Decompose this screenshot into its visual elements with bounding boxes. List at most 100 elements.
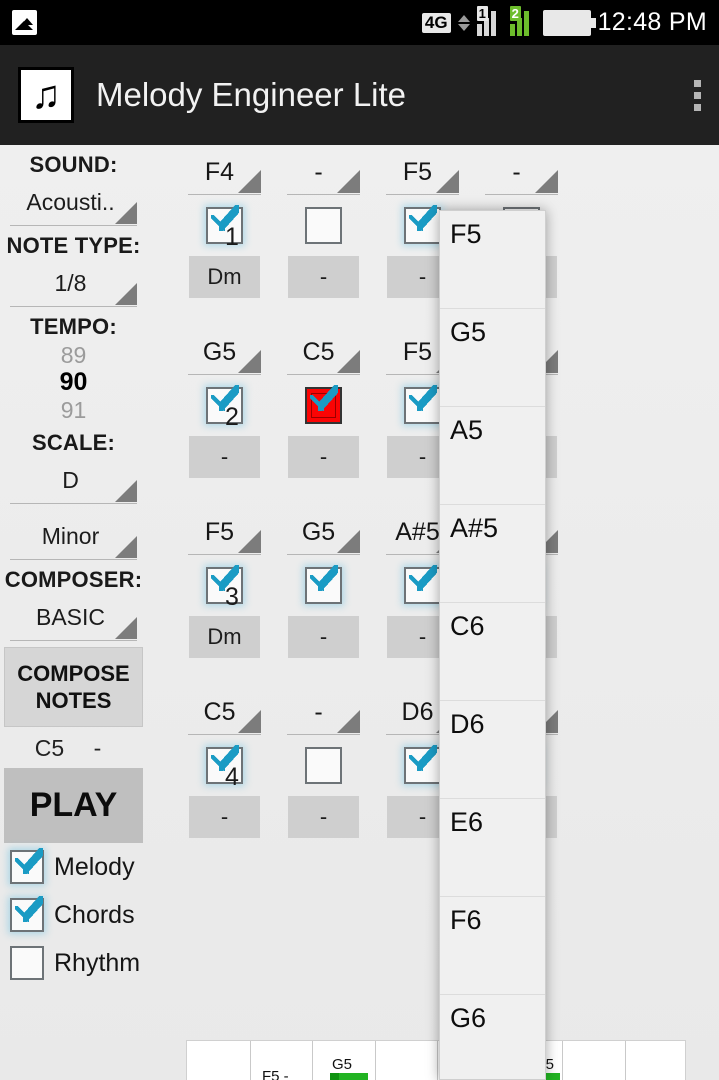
network-type-badge: 4G <box>421 12 451 33</box>
note-spinner-r1-c1[interactable]: F4 <box>188 151 261 195</box>
dropdown-item[interactable]: F6 <box>440 897 545 995</box>
melody-checkbox[interactable] <box>10 848 44 884</box>
note-checkbox-r1-c3[interactable] <box>404 205 441 244</box>
app-logo-icon: ♫ <box>18 67 74 123</box>
scale-key-spinner[interactable]: D <box>10 458 137 504</box>
chord-value: - <box>319 444 328 469</box>
note-spinner-r4-c1[interactable]: C5 <box>188 691 261 735</box>
note-checkbox-r4-c3[interactable] <box>404 745 441 784</box>
grid-row-columns: G5-C5-F5--- <box>147 325 719 478</box>
data-transfer-icon <box>457 14 470 31</box>
chord-button-r1-c2[interactable]: - <box>288 256 359 298</box>
status-bar: 4G 1 2 12:48 PM <box>0 0 719 45</box>
compose-notes-button[interactable]: COMPOSE NOTES <box>4 647 143 727</box>
note-checkbox-r2-c2[interactable] <box>305 385 342 424</box>
chords-checkbox[interactable] <box>10 896 44 932</box>
sim2-label: 2 <box>509 5 521 21</box>
grid-row-number: 4 <box>225 763 239 791</box>
chord-value: - <box>418 804 427 829</box>
gallery-icon <box>12 10 37 35</box>
piano-roll-note-label: F5 - <box>262 1068 289 1080</box>
note-spinner-r1-c2[interactable]: - <box>287 151 360 195</box>
piano-roll-note-label: G5 <box>332 1056 353 1073</box>
app-bar: ♫ Melody Engineer Lite <box>0 45 719 145</box>
note-spinner-r3-c2[interactable]: G5 <box>287 511 360 555</box>
scale-mode-spinner[interactable]: Minor <box>10 514 137 560</box>
rhythm-checkbox[interactable] <box>10 946 44 980</box>
note-spinner-r2-c1[interactable]: G5 <box>188 331 261 375</box>
grid-row: F5DmG5-A#5-G5-3 <box>147 505 719 685</box>
grid-row-number: 3 <box>225 583 239 611</box>
more-vert-icon[interactable] <box>694 79 701 111</box>
tempo-prev-value[interactable]: 89 <box>0 342 147 368</box>
tempo-next-value[interactable]: 91 <box>0 397 147 423</box>
current-note: C5 <box>34 735 65 761</box>
note-spinner-r1-c3[interactable]: F5 <box>386 151 459 195</box>
chord-button-r4-c1[interactable]: - <box>189 796 260 838</box>
piano-roll-note-onset <box>330 1073 339 1080</box>
chord-button-r2-c2[interactable]: - <box>288 436 359 478</box>
sound-spinner[interactable]: Acousti.. <box>10 180 137 226</box>
dropdown-item[interactable]: F5 <box>440 211 545 309</box>
note-checkbox-r1-c2[interactable] <box>305 207 342 244</box>
battery-icon <box>542 9 596 36</box>
grid-row: C5---D6-F4-4 <box>147 685 719 865</box>
composer-spinner[interactable]: BASIC <box>10 595 137 641</box>
toggle-chords[interactable]: Chords <box>0 891 147 939</box>
note-spinner-r2-c2[interactable]: C5 <box>287 331 360 375</box>
current-selection: C5 - <box>0 727 147 768</box>
chevron-down-icon <box>337 530 360 553</box>
chord-button-r1-c1[interactable]: Dm <box>189 256 260 298</box>
chevron-down-icon <box>238 710 261 733</box>
grid-row-columns: F4Dm--F5--- <box>147 145 719 298</box>
dropdown-item[interactable]: C6 <box>440 603 545 701</box>
dropdown-item[interactable]: A#5 <box>440 505 545 603</box>
chord-button-r3-c1[interactable]: Dm <box>189 616 260 658</box>
note-type-value: 1/8 <box>54 270 87 296</box>
tempo-selected-value[interactable]: 90 <box>0 368 147 397</box>
chevron-down-icon <box>238 530 261 553</box>
note-checkbox-r3-c3[interactable] <box>404 565 441 604</box>
chevron-down-icon <box>115 617 137 639</box>
dropdown-item[interactable]: E6 <box>440 799 545 897</box>
play-button[interactable]: PLAY <box>4 768 143 843</box>
note-checkbox-r3-c2[interactable] <box>305 565 342 604</box>
chord-button-r3-c2[interactable]: - <box>288 616 359 658</box>
grid-row: F4Dm--F5---1 <box>147 145 719 325</box>
note-checkbox-cell <box>274 195 373 244</box>
note-spinner-r4-c2[interactable]: - <box>287 691 360 735</box>
note-spinner-r3-c1[interactable]: F5 <box>188 511 261 555</box>
piano-roll-gridline <box>437 1041 438 1080</box>
chevron-down-icon <box>337 170 360 193</box>
scale-mode-value: Minor <box>41 523 100 549</box>
dropdown-item[interactable]: G5 <box>440 309 545 407</box>
piano-roll[interactable]: F4 -F5 -G5C5 - -F5G5C5 - -F4 <box>186 1040 686 1080</box>
settings-panel: SOUND: Acousti.. NOTE TYPE: 1/8 TEMPO: 8… <box>0 145 147 1080</box>
note-select-dropdown[interactable]: F5 G5 A5 A#5 C6 D6 E6 F6 G6 <box>439 210 546 1080</box>
note-value: - <box>314 698 323 726</box>
sound-value: Acousti.. <box>26 189 115 215</box>
dropdown-item[interactable]: G6 <box>440 995 545 1079</box>
dropdown-item[interactable]: D6 <box>440 701 545 799</box>
grid-row: G5-C5-F5---2 <box>147 325 719 505</box>
chord-button-r2-c1[interactable]: - <box>189 436 260 478</box>
note-spinner-r1-c4[interactable]: - <box>485 151 558 195</box>
note-type-spinner[interactable]: 1/8 <box>10 261 137 307</box>
tempo-label: TEMPO: <box>30 314 117 339</box>
toggle-melody[interactable]: Melody <box>0 843 147 891</box>
chord-value: - <box>319 624 328 649</box>
note-checkbox-r2-c3[interactable] <box>404 385 441 424</box>
note-checkbox-r4-c2[interactable] <box>305 747 342 784</box>
piano-roll-note <box>330 1073 368 1080</box>
chevron-down-icon <box>115 480 137 502</box>
grid-row-number: 2 <box>225 403 239 431</box>
tempo-picker[interactable]: 89 90 91 <box>0 342 147 423</box>
toggle-rhythm[interactable]: Rhythm <box>0 939 147 987</box>
chevron-down-icon <box>337 710 360 733</box>
chevron-down-icon <box>436 170 459 193</box>
chevron-down-icon <box>238 170 261 193</box>
dropdown-item[interactable]: A5 <box>440 407 545 505</box>
chord-value: - <box>319 264 328 289</box>
chevron-down-icon <box>115 283 137 305</box>
chord-button-r4-c2[interactable]: - <box>288 796 359 838</box>
